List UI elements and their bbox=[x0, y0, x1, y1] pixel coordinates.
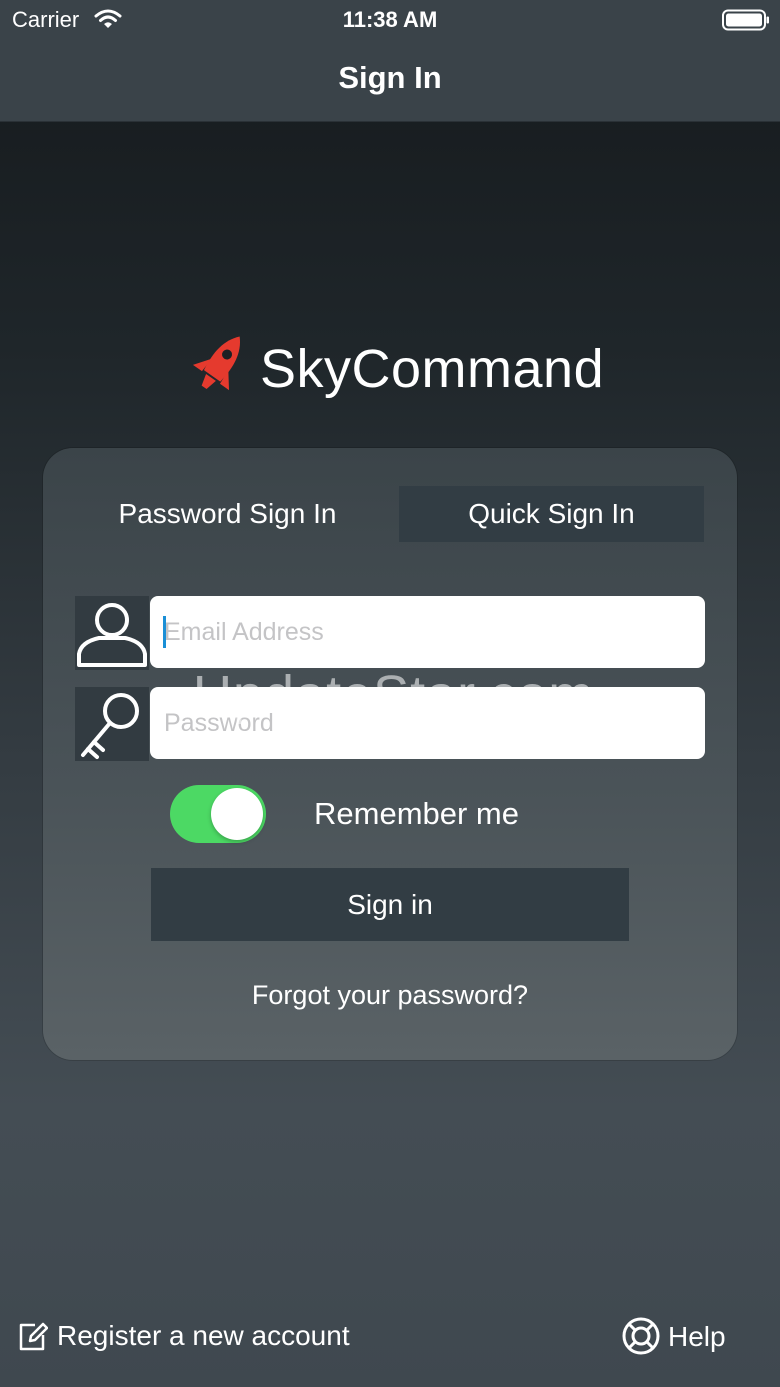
key-icon bbox=[81, 693, 139, 759]
email-icon-box bbox=[75, 596, 149, 670]
rocket-icon bbox=[192, 336, 240, 391]
battery-icon bbox=[722, 9, 769, 31]
help-link[interactable]: Help bbox=[621, 1314, 761, 1358]
remember-me-toggle[interactable] bbox=[170, 785, 266, 843]
toggle-knob bbox=[211, 788, 263, 840]
remember-me-label: Remember me bbox=[314, 796, 519, 831]
status-bar: Carrier 11:38 AM bbox=[0, 0, 780, 40]
password-icon-box bbox=[75, 687, 149, 761]
tab-password-sign-in[interactable]: Password Sign In bbox=[75, 486, 380, 542]
text-cursor bbox=[163, 616, 166, 648]
sign-in-button[interactable]: Sign in bbox=[151, 868, 629, 941]
password-row bbox=[75, 687, 705, 761]
logo-text: SkyCommand bbox=[260, 339, 605, 399]
sign-in-card: Password Sign In Quick Sign In Remember … bbox=[43, 448, 737, 1060]
forgot-password-link[interactable]: Forgot your password? bbox=[43, 980, 737, 1011]
email-field[interactable] bbox=[150, 596, 705, 668]
register-label: Register a new account bbox=[57, 1320, 350, 1351]
page-title: Sign In bbox=[338, 60, 442, 95]
tab-quick-sign-in[interactable]: Quick Sign In bbox=[399, 486, 704, 542]
email-row bbox=[75, 596, 705, 670]
app-logo: SkyCommand bbox=[186, 326, 606, 410]
navigation-bar: Sign In bbox=[0, 40, 780, 122]
edit-icon bbox=[19, 1322, 48, 1351]
user-icon bbox=[77, 603, 147, 667]
status-time: 11:38 AM bbox=[342, 7, 438, 32]
lifebuoy-icon bbox=[622, 1317, 660, 1355]
password-field[interactable] bbox=[150, 687, 705, 759]
help-label: Help bbox=[668, 1321, 726, 1352]
